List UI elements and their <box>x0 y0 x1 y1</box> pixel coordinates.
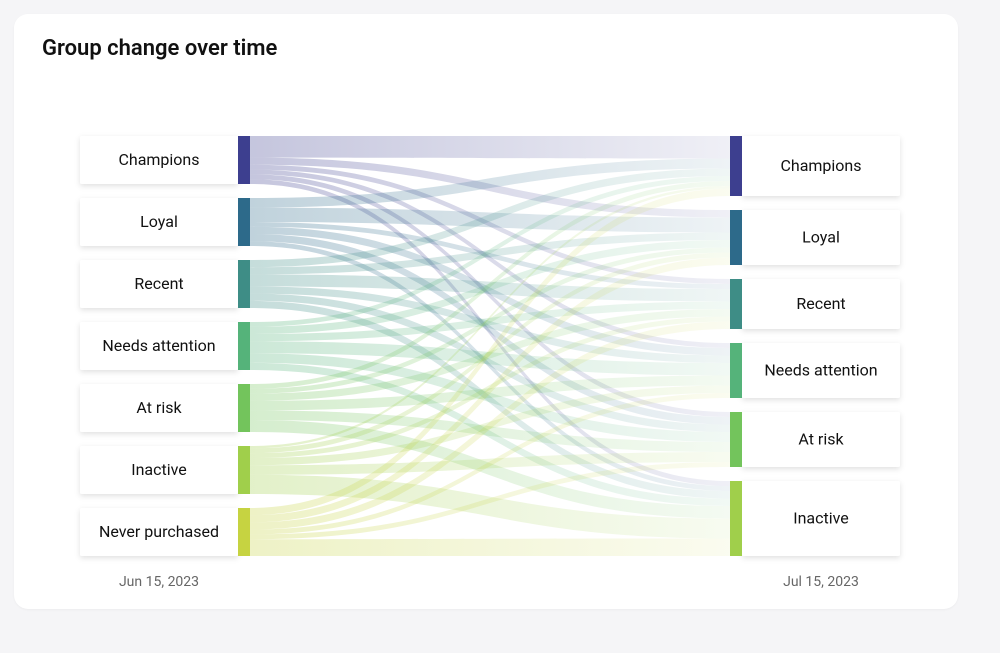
node-bar <box>730 210 742 265</box>
node-label: At risk <box>798 430 844 449</box>
node-bar <box>238 508 250 556</box>
right-node-champions: Champions <box>730 136 900 196</box>
left-node-never_purchased: Never purchased <box>80 508 250 556</box>
node-label: Loyal <box>140 212 178 231</box>
node-bar <box>730 279 742 329</box>
right-node-needs_attention: Needs attention <box>730 343 900 398</box>
node-label: Never purchased <box>99 522 219 541</box>
sankey-chart: Champions Loyal Recent Needs attention At ri… <box>40 71 940 611</box>
sankey-flow <box>250 539 730 557</box>
node-label: Inactive <box>131 460 187 479</box>
chart-title: Group change over time <box>42 36 932 61</box>
node-bar <box>238 136 250 184</box>
sankey-flow <box>250 136 730 159</box>
node-label: Needs attention <box>102 336 215 355</box>
node-bar <box>238 260 250 308</box>
node-label: Loyal <box>802 228 840 247</box>
node-label: Needs attention <box>764 361 877 380</box>
left-node-inactive: Inactive <box>80 446 250 494</box>
right-node-inactive: Inactive <box>730 481 900 556</box>
node-label: Champions <box>780 156 861 175</box>
node-bar <box>238 322 250 370</box>
right-date: Jul 15, 2023 <box>783 574 859 590</box>
node-bar <box>730 481 742 556</box>
node-label: At risk <box>136 398 182 417</box>
left-node-champions: Champions <box>80 136 250 184</box>
node-bar <box>730 136 742 196</box>
chart-card: Group change over time Champions Loyal Rec… <box>14 14 958 609</box>
node-label: Recent <box>796 294 845 313</box>
node-bar <box>238 198 250 246</box>
node-label: Champions <box>118 150 199 169</box>
left-node-at_risk: At risk <box>80 384 250 432</box>
node-label: Recent <box>134 274 183 293</box>
node-bar <box>238 446 250 494</box>
node-bar <box>730 412 742 467</box>
left-node-recent: Recent <box>80 260 250 308</box>
right-node-recent: Recent <box>730 279 900 329</box>
right-node-at_risk: At risk <box>730 412 900 467</box>
left-node-needs_attention: Needs attention <box>80 322 250 370</box>
node-label: Inactive <box>793 509 849 528</box>
node-bar <box>730 343 742 398</box>
right-node-loyal: Loyal <box>730 210 900 265</box>
left-node-loyal: Loyal <box>80 198 250 246</box>
left-date: Jun 15, 2023 <box>119 574 199 590</box>
node-bar <box>238 384 250 432</box>
